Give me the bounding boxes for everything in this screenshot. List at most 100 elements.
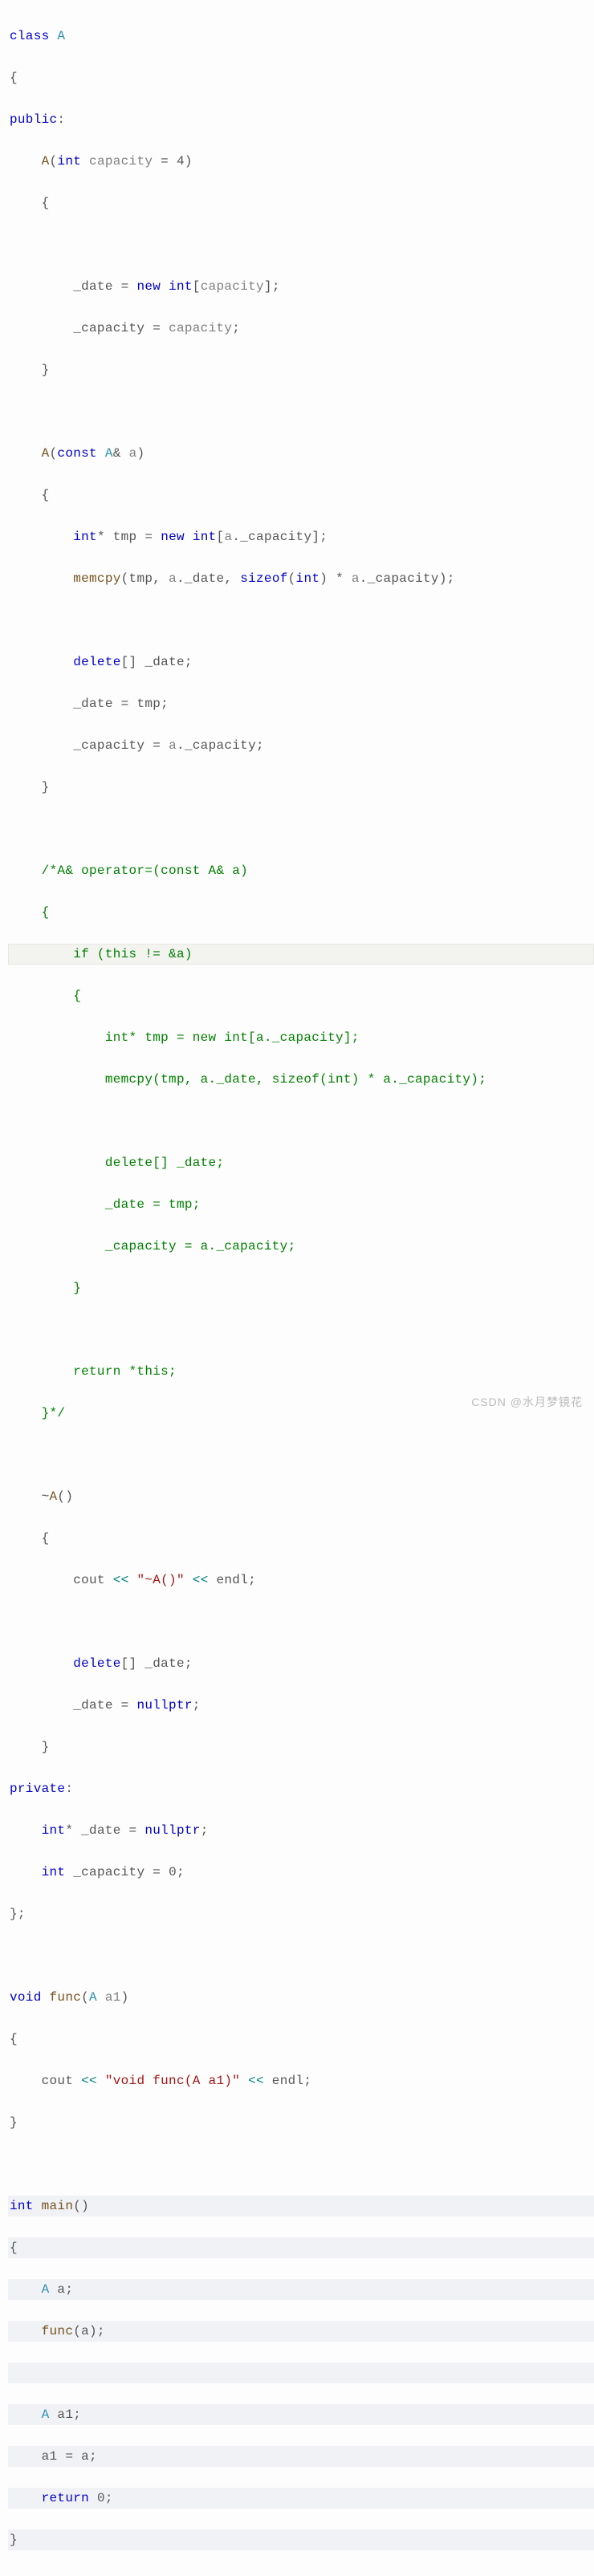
fn-main: main (42, 2199, 74, 2213)
keyword-new: new (161, 530, 185, 544)
fn-func: func (42, 2324, 74, 2338)
param-a: a (224, 530, 232, 544)
member-date: _date (73, 279, 113, 294)
code-line (8, 819, 594, 839)
member-date: _date (73, 1698, 113, 1713)
var-tmp: tmp (129, 571, 153, 586)
keyword-nullptr: nullptr (136, 1698, 192, 1713)
member-date: _date (144, 655, 185, 669)
type-A: A (42, 2407, 50, 2422)
code-line: _date = tmp; (8, 693, 594, 714)
code-line: { (8, 1528, 594, 1549)
param-a: a (129, 446, 137, 461)
code-line: int* _date = nullptr; (8, 1820, 594, 1841)
var-a1: a1 (42, 2449, 58, 2464)
op-ll: << (113, 1573, 129, 1587)
code-line: return 0; (8, 2488, 594, 2509)
code-line: class A (8, 26, 594, 47)
dtor-A: A (50, 1489, 58, 1504)
code-line: { (8, 2237, 594, 2258)
comment: }*/ (42, 1406, 66, 1420)
code-line (8, 1611, 594, 1632)
id-endl: endl (272, 2074, 304, 2088)
code-line (8, 2363, 594, 2383)
literal-0: 0 (97, 2491, 105, 2505)
code-line: } (8, 1737, 594, 1757)
member-capacity: _capacity (240, 530, 311, 544)
code-line: delete[] _date; (8, 1653, 594, 1674)
type-A: A (42, 2282, 50, 2297)
code-line: _date = new int[capacity]; (8, 276, 594, 297)
code-line: _capacity = capacity; (8, 318, 594, 339)
member-capacity: _capacity (73, 1865, 144, 1879)
code-line: func(a); (8, 2321, 594, 2342)
type-A: A (89, 1990, 97, 2005)
keyword-public: public (10, 112, 57, 127)
code-line (8, 1111, 594, 1132)
param-a1: a1 (105, 1990, 121, 2005)
code-line: cout << "void func(A a1)" << endl; (8, 2070, 594, 2091)
code-line: { (8, 985, 594, 1006)
keyword-class: class (10, 29, 50, 43)
param-capacity: capacity (169, 321, 232, 335)
code-line: int main() (8, 2196, 594, 2216)
id-cout: cout (42, 2074, 74, 2088)
keyword-int: int (42, 1823, 66, 1838)
copy-ctor-A: A (42, 446, 50, 461)
code-line: { (8, 902, 594, 923)
code-line (8, 234, 594, 255)
code-line (8, 401, 594, 422)
keyword-private: private (10, 1782, 65, 1796)
code-line: } (8, 2529, 594, 2550)
keyword-void: void (10, 1990, 42, 2005)
member-capacity: _capacity (73, 321, 144, 335)
code-line: } (8, 777, 594, 798)
code-line: }; (8, 1904, 594, 1924)
comment: int* tmp = new int[a._capacity]; (105, 1030, 360, 1045)
op-ll: << (248, 2074, 264, 2088)
code-line: cout << "~A()" << endl; (8, 1570, 594, 1591)
var-a: a (81, 2449, 89, 2464)
var-a1: a1 (57, 2407, 73, 2422)
comment: _capacity = a._capacity; (105, 1239, 296, 1253)
type-A: A (57, 29, 65, 43)
code-line (8, 2154, 594, 2175)
param-a: a (169, 571, 177, 586)
member-capacity: _capacity (73, 738, 144, 753)
param-a: a (352, 571, 360, 586)
keyword-int: int (193, 530, 217, 544)
var-tmp: tmp (136, 697, 161, 711)
keyword-const: const (57, 446, 97, 461)
code-line: a1 = a; (8, 2446, 594, 2467)
code-line: { (8, 485, 594, 506)
id-endl: endl (217, 1573, 249, 1587)
keyword-int: int (57, 154, 81, 169)
comment: { (42, 905, 50, 920)
type-A: A (105, 446, 113, 461)
keyword-new: new (136, 279, 161, 294)
string-literal: "void func(A a1)" (105, 2074, 240, 2088)
code-line: ~A() (8, 1486, 594, 1507)
code-line: int* tmp = new int[a._capacity]; (8, 526, 594, 547)
member-date: _date (144, 1656, 185, 1671)
op-ll: << (193, 1573, 209, 1587)
fn-memcpy: memcpy (73, 571, 120, 586)
comment: } (73, 1281, 81, 1295)
code-line: delete[] _date; (8, 652, 594, 672)
comment: if (this != &a) (73, 947, 193, 961)
comment: _date = tmp; (105, 1197, 201, 1212)
code-line: A a; (8, 2279, 594, 2300)
code-line: { (8, 193, 594, 213)
keyword-int: int (10, 2199, 34, 2213)
comment: { (73, 989, 81, 1003)
code-line: _date = tmp; (8, 1194, 594, 1215)
code-line-highlighted: if (this != &a) (8, 944, 594, 965)
code-line: public: (8, 109, 594, 130)
code-line: } (8, 2112, 594, 2133)
code-line (8, 1945, 594, 1966)
literal-4: 4 (177, 154, 185, 169)
code-line (8, 1319, 594, 1340)
code-line: } (8, 360, 594, 380)
code-line (8, 1444, 594, 1465)
id-cout: cout (73, 1573, 105, 1587)
